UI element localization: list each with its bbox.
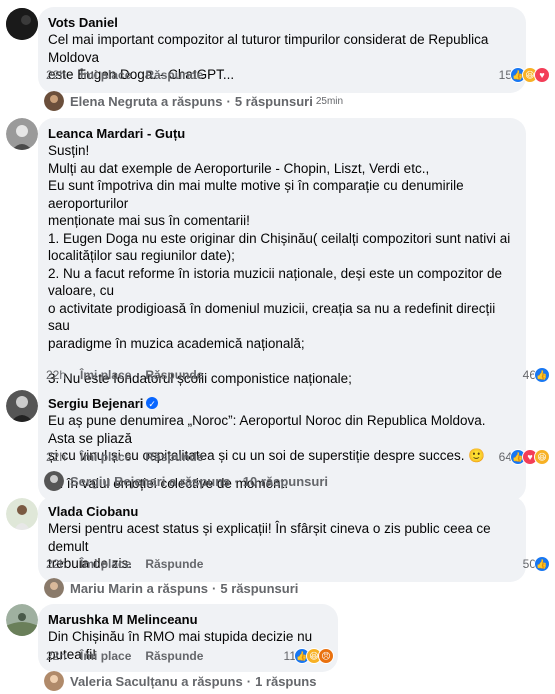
reply-verb: a răspuns [169, 473, 231, 489]
comment-time[interactable]: 22h [46, 648, 66, 664]
comment-author[interactable]: Sergiu Bejenari [48, 396, 514, 412]
love-reaction-icon: ♥ [534, 67, 550, 83]
comment-author[interactable]: Leanca Mardari - Guțu [48, 126, 514, 142]
reply-count: 5 răspunsuri [220, 580, 299, 596]
reply-count: 5 răspunsuri [234, 93, 313, 109]
comment-author[interactable]: Marushka M Melinceanu [48, 612, 326, 628]
comment-meta: 22h Îmi place Răspunde [46, 449, 203, 465]
angry-reaction-icon: 😠 [318, 648, 334, 664]
reply-ago: 25min [315, 95, 344, 107]
reply-author: Elena Negruta [70, 93, 158, 109]
reaction-summary[interactable]: 15 👍 😆 ♥ [499, 67, 550, 83]
comment-time[interactable]: 22h [46, 67, 66, 83]
avatar [44, 91, 64, 111]
verified-badge-icon [146, 396, 159, 412]
like-reaction-icon: 👍 [534, 367, 550, 383]
like-button[interactable]: Îmi place [80, 367, 131, 383]
avatar[interactable] [6, 8, 38, 40]
comment-meta: 22h Îmi place Răspunde [46, 648, 203, 664]
like-button[interactable]: Îmi place [80, 648, 131, 664]
view-replies-link[interactable]: Sergiu Bejenari a răspuns · 10 răspunsur… [44, 470, 328, 492]
reply-author: Valeria Saculțanu [70, 673, 178, 689]
view-replies-link[interactable]: Valeria Saculțanu a răspuns · 1 răspuns [44, 670, 316, 692]
comment-meta: 22h Îmi place Răspunde [46, 367, 203, 383]
haha-reaction-icon: 😆 [534, 449, 550, 465]
comment-author[interactable]: Vlada Ciobanu [48, 504, 514, 520]
reply-button[interactable]: Răspunde [145, 67, 203, 83]
comment-meta: 22h Îmi place Răspunde [46, 556, 203, 572]
avatar[interactable] [6, 390, 38, 422]
comment-time[interactable]: 22h [46, 556, 66, 572]
reply-count: 1 răspuns [255, 673, 317, 689]
reaction-summary[interactable]: 50 👍 [523, 556, 550, 572]
reply-author: Sergiu Bejenari [70, 473, 166, 489]
avatar [44, 578, 64, 598]
like-reaction-icon: 👍 [534, 556, 550, 572]
like-button[interactable]: Îmi place [80, 556, 131, 572]
avatar [44, 671, 64, 691]
reply-verb: a răspuns [181, 673, 243, 689]
reply-verb: a răspuns [146, 580, 209, 596]
reply-verb: a răspuns [161, 93, 223, 109]
avatar[interactable] [6, 118, 38, 150]
author-name: Sergiu Bejenari [48, 396, 144, 411]
reaction-summary[interactable]: 64 👍 ♥ 😆 [499, 449, 550, 465]
comment-meta: 22h Îmi place Răspunde [46, 67, 203, 83]
like-button[interactable]: Îmi place [80, 449, 131, 465]
reaction-summary[interactable]: 46 👍 [523, 367, 550, 383]
avatar [44, 471, 64, 491]
comment-author[interactable]: Vots Daniel [48, 15, 514, 31]
reply-button[interactable]: Răspunde [145, 367, 203, 383]
comment-time[interactable]: 22h [46, 367, 66, 383]
reaction-summary[interactable]: 11 👍 😆 😠 [284, 648, 334, 664]
reply-author: Mariu Marin [70, 580, 143, 596]
reply-button[interactable]: Răspunde [145, 556, 203, 572]
reply-button[interactable]: Răspunde [145, 449, 203, 465]
view-replies-link[interactable]: Mariu Marin a răspuns · 5 răspunsuri [44, 577, 298, 599]
avatar[interactable] [6, 498, 38, 530]
reply-button[interactable]: Răspunde [145, 648, 203, 664]
comment-time[interactable]: 22h [46, 449, 66, 465]
view-replies-link[interactable]: Elena Negruta a răspuns · 5 răspunsuri 2… [44, 90, 343, 112]
avatar[interactable] [6, 604, 38, 636]
like-button[interactable]: Îmi place [80, 67, 131, 83]
reply-count: 10 răspunsuri [242, 473, 329, 489]
